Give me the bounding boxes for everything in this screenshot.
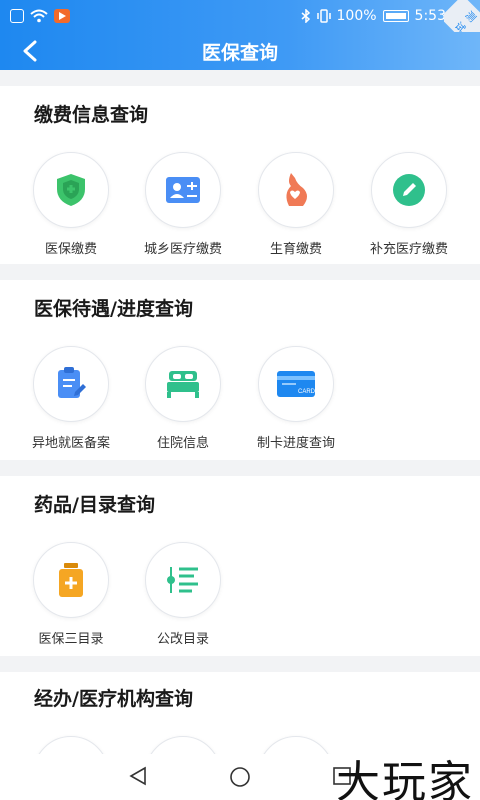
medicine-bottle-icon (59, 563, 83, 597)
chevron-left-icon (23, 40, 37, 62)
bluetooth-icon (301, 9, 310, 23)
item-label: 异地就医备案 (31, 436, 110, 451)
item-maternity-payment[interactable]: 生育缴费 (240, 152, 352, 257)
item-icon-circle (33, 346, 109, 422)
item-medical-insurance-payment[interactable]: 医保缴费 (15, 152, 127, 257)
item-icon-circle (145, 542, 221, 618)
section-payment-info: 缴费信息查询 医保缴费 城乡医疗缴费 生育缴费 补充医疗缴费 (0, 86, 480, 264)
back-button[interactable] (14, 35, 46, 67)
clock: 5:53 (414, 8, 446, 24)
section-benefits-progress: 医保待遇/进度查询 异地就医备案 住院信息 CARD 制卡进度查询 (0, 280, 480, 460)
status-bar: 100% 5:53 测试 (0, 0, 480, 32)
section-drug-catalog: 药品/目录查询 医保三目录 公改目录 (0, 476, 480, 656)
item-label: 公改目录 (156, 632, 209, 647)
page-title: 医保查询 (201, 41, 278, 64)
item-icon-circle (33, 542, 109, 618)
item-supplementary-medical-payment[interactable]: 补充医疗缴费 (353, 152, 465, 257)
item-label: 医保缴费 (44, 242, 97, 257)
item-offsite-medical-registration[interactable]: 异地就医备案 (15, 346, 127, 451)
item-label: 城乡医疗缴费 (143, 242, 222, 257)
item-urban-rural-medical-payment[interactable]: 城乡医疗缴费 (127, 152, 239, 257)
section-title: 医保待遇/进度查询 (34, 298, 193, 320)
item-icon-circle: CARD (258, 346, 334, 422)
item-icon-circle (371, 152, 447, 228)
hospital-bed-icon (167, 371, 199, 398)
section-title: 经办/医疗机构查询 (34, 688, 193, 710)
card-icon: CARD (277, 371, 316, 397)
notification-icon (10, 9, 24, 23)
section-title: 药品/目录查询 (34, 494, 155, 516)
title-bar: 医保查询 (0, 32, 480, 70)
home-circle-icon[interactable] (229, 766, 251, 788)
item-icon-circle (33, 152, 109, 228)
item-icon-circle (258, 152, 334, 228)
item-card-progress-query[interactable]: CARD 制卡进度查询 (240, 346, 352, 451)
clipboard-edit-icon (58, 367, 86, 398)
item-icon-circle[interactable] (145, 736, 221, 754)
item-label: 补充医疗缴费 (369, 242, 448, 257)
vibrate-icon (316, 9, 331, 23)
item-label: 制卡进度查询 (256, 436, 335, 451)
test-corner-badge: 测试 (444, 0, 480, 32)
item-label: 医保三目录 (38, 632, 104, 647)
main-content[interactable]: 缴费信息查询 医保缴费 城乡医疗缴费 生育缴费 补充医疗缴费 医保待遇/进度查询… (0, 70, 480, 754)
section-agency-institution-query: 经办/医疗机构查询 (0, 672, 480, 754)
item-icon-circle[interactable] (33, 736, 109, 754)
item-three-catalogs[interactable]: 医保三目录 (15, 542, 127, 647)
card-icon-text: CARD (298, 389, 316, 395)
item-public-reform-catalog[interactable]: 公改目录 (127, 542, 239, 647)
back-triangle-icon[interactable] (128, 766, 148, 786)
wifi-icon (30, 9, 48, 23)
item-label: 住院信息 (156, 436, 209, 451)
shield-icon (57, 174, 85, 206)
battery-icon (382, 10, 409, 22)
watermark-logo: 大玩家 (336, 757, 474, 800)
video-app-icon (54, 9, 70, 23)
battery-percent: 100% (336, 8, 377, 24)
section-title: 缴费信息查询 (34, 104, 149, 126)
item-icon-circle (145, 152, 221, 228)
item-icon-circle (145, 346, 221, 422)
item-label: 生育缴费 (269, 242, 322, 257)
item-icon-circle[interactable] (258, 736, 334, 754)
pencil-icon (393, 174, 425, 206)
id-card-icon (166, 177, 200, 203)
list-icon (167, 567, 198, 593)
item-hospitalization-info[interactable]: 住院信息 (127, 346, 239, 451)
pregnancy-icon (286, 173, 307, 206)
corner-badge-text: 测试 (444, 0, 480, 32)
